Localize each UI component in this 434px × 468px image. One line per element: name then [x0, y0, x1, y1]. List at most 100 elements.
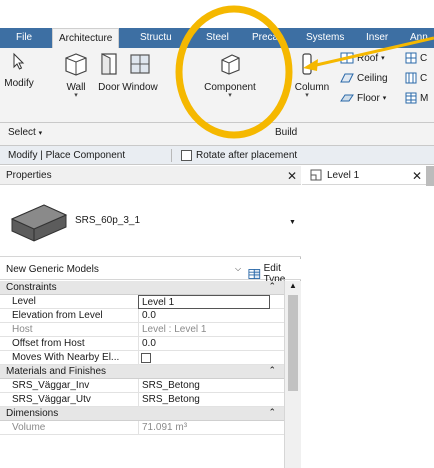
moves-with-nearby-checkbox[interactable]: [141, 353, 151, 363]
rotate-after-placement-checkbox[interactable]: [181, 150, 192, 161]
host-value: Level : Level 1: [138, 323, 268, 337]
offset-field[interactable]: 0.0: [138, 337, 268, 351]
property-key: Level: [12, 296, 36, 307]
property-key: SRS_Väggar_Utv: [12, 394, 91, 405]
family-filter[interactable]: New Generic Models: [6, 264, 99, 275]
ceiling-button[interactable]: Ceiling: [340, 72, 388, 84]
curtain-system-icon: [405, 52, 417, 64]
component-button[interactable]: Component ▾: [195, 52, 265, 99]
property-key: Volume: [12, 422, 46, 433]
drawing-area[interactable]: [302, 186, 434, 468]
cursor-arrow-icon: [13, 52, 25, 70]
type-dropdown-icon[interactable]: ▼: [289, 219, 296, 226]
component-dropdown-icon[interactable]: ▾: [195, 92, 265, 99]
column-icon: [302, 53, 312, 75]
wall-button[interactable]: Wall ▾: [60, 52, 92, 99]
column-dropdown-icon[interactable]: ▾: [282, 92, 332, 99]
ribbon-tab-bar: File Architecture Structu Steel Preca Sy…: [0, 28, 434, 49]
properties-scrollbar[interactable]: ▲: [284, 281, 301, 468]
modify-button[interactable]: Modify: [4, 52, 34, 89]
tab-insert[interactable]: Inser: [360, 28, 394, 48]
scroll-thumb[interactable]: [288, 295, 298, 391]
window-label: Window: [122, 82, 158, 93]
modify-label: Modify: [4, 78, 34, 89]
tab-annotate[interactable]: Ann: [404, 28, 434, 48]
property-row: Offset from Host 0.0: [0, 337, 284, 351]
curtain-system-label: C: [420, 52, 428, 64]
column-button[interactable]: Column ▾: [282, 52, 332, 99]
type-selector[interactable]: SRS_60p_3_1 ▼: [0, 185, 301, 257]
group-label: Constraints: [6, 282, 57, 293]
group-materials[interactable]: Materials and Finishes ⌃: [0, 365, 284, 379]
floor-dropdown-icon[interactable]: ▾: [383, 94, 387, 102]
properties-header: Properties ✕: [0, 166, 301, 185]
window-icon: [130, 54, 150, 74]
component-preview-icon: [10, 204, 68, 242]
roof-icon: [340, 52, 354, 64]
tab-precast[interactable]: Preca: [246, 28, 284, 48]
roof-dropdown-icon[interactable]: ▾: [381, 54, 385, 62]
wall-icon: [65, 53, 87, 76]
group-constraints[interactable]: Constraints ⌃: [0, 281, 284, 295]
context-label: Modify | Place Component: [8, 150, 126, 161]
chevron-down-icon[interactable]: ⌵: [235, 264, 241, 274]
roof-button[interactable]: Roof ▾: [340, 52, 385, 64]
property-row: SRS_Väggar_Inv SRS_Betong: [0, 379, 284, 393]
property-key: Host: [12, 324, 33, 335]
select-panel-label: Select: [8, 127, 36, 138]
floor-button[interactable]: Floor ▾: [340, 92, 386, 104]
curtain-grid-label: C: [420, 72, 428, 84]
tab-steel[interactable]: Steel: [200, 28, 235, 48]
component-icon: [221, 54, 240, 75]
property-value: [138, 351, 268, 365]
build-panel-label: Build: [275, 127, 298, 138]
group-dimensions[interactable]: Dimensions ⌃: [0, 407, 284, 421]
tab-architecture[interactable]: Architecture: [52, 28, 120, 49]
select-panel-dropdown[interactable]: Select ▾: [8, 127, 42, 138]
mullion-icon: [405, 92, 417, 104]
close-icon[interactable]: ✕: [412, 169, 422, 183]
mullion-button[interactable]: M: [405, 92, 428, 104]
collapse-icon[interactable]: ⌃: [268, 407, 276, 418]
ceiling-label: Ceiling: [357, 72, 388, 84]
options-bar: Modify | Place Component Rotate after pl…: [0, 145, 434, 165]
group-label: Materials and Finishes: [6, 366, 107, 377]
floor-icon: [340, 94, 354, 102]
properties-title: Properties: [6, 170, 52, 181]
mullion-label: M: [420, 92, 429, 104]
panel-label-row: Select ▾ Build: [0, 123, 434, 145]
properties-grid: Constraints ⌃ Level Level 1 Elevation fr…: [0, 281, 284, 435]
level-field[interactable]: Level 1: [138, 295, 270, 309]
property-key: Offset from Host: [12, 338, 85, 349]
tab-file[interactable]: File: [10, 28, 38, 48]
property-row: Host Level : Level 1: [0, 323, 284, 337]
material-field[interactable]: SRS_Betong: [138, 393, 268, 407]
scroll-up-icon[interactable]: ▲: [289, 281, 297, 290]
door-label: Door: [98, 82, 120, 93]
material-field[interactable]: SRS_Betong: [138, 379, 268, 393]
collapse-icon[interactable]: ⌃: [268, 281, 276, 292]
tab-structure[interactable]: Structu: [134, 28, 178, 48]
curtain-grid-button[interactable]: C: [405, 72, 427, 84]
options-divider: [171, 149, 172, 162]
property-key: Moves With Nearby El...: [12, 352, 120, 363]
floor-label: Floor: [357, 92, 380, 104]
elevation-field[interactable]: 0.0: [138, 309, 268, 323]
type-name: SRS_60p_3_1: [75, 215, 141, 226]
window-button[interactable]: Window: [120, 52, 160, 93]
view-scroll-strip: [426, 166, 434, 186]
tab-systems[interactable]: Systems: [300, 28, 350, 48]
roof-label: Roof: [357, 52, 379, 64]
ceiling-icon: [340, 73, 354, 83]
property-key: Elevation from Level: [12, 310, 103, 321]
property-row: SRS_Väggar_Utv SRS_Betong: [0, 393, 284, 407]
close-icon[interactable]: ✕: [287, 169, 297, 183]
wall-dropdown-icon[interactable]: ▾: [60, 92, 92, 99]
property-key: SRS_Väggar_Inv: [12, 380, 90, 391]
group-label: Dimensions: [6, 408, 59, 419]
edit-type-icon: [248, 269, 261, 279]
collapse-icon[interactable]: ⌃: [268, 365, 276, 376]
volume-value: 71.091 m³: [138, 421, 268, 435]
curtain-system-button[interactable]: C: [405, 52, 427, 64]
view-tab[interactable]: Level 1 ✕: [302, 166, 434, 185]
